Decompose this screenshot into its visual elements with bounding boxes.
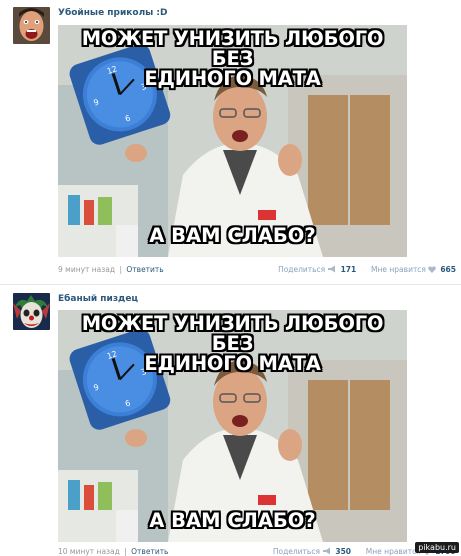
heart-icon xyxy=(428,266,436,273)
meme-top-line-2: ЕДИНОГО МАТА xyxy=(144,67,321,90)
share-button[interactable]: Поделиться xyxy=(278,265,339,274)
post-time[interactable]: 9 минут назад xyxy=(58,265,115,274)
meme-bottom-caption: А ВАМ СЛАБО? xyxy=(149,509,316,532)
megaphone-icon xyxy=(328,265,336,273)
post-time[interactable]: 10 минут назад xyxy=(58,547,120,556)
meme-top-line-2: ЕДИНОГО МАТА xyxy=(144,352,321,375)
share-label: Поделиться xyxy=(278,265,326,274)
reply-link[interactable]: Ответить xyxy=(131,547,168,556)
meme-top-line-1: МОЖЕТ УНИЗИТЬ ЛЮБОГО БЕЗ xyxy=(81,312,384,355)
post-meta: 10 минут назад | Ответить xyxy=(58,547,168,556)
meme-top-line-1: МОЖЕТ УНИЗИТЬ ЛЮБОГО БЕЗ xyxy=(81,27,384,70)
meta-separator: | xyxy=(124,547,127,556)
share-count: 350 xyxy=(335,547,352,556)
post-actions: Поделиться 171 Мне нравится 665 xyxy=(278,265,456,274)
meme-image[interactable]: 12 3 6 9 МОЖЕТ УНИЗИТЬ ЛЮБОГО БЕЗ ЕДИНОГ… xyxy=(58,310,407,542)
like-count: 665 xyxy=(440,265,456,274)
megaphone-icon xyxy=(322,547,330,555)
group-name-link[interactable]: Убойные приколы :D xyxy=(58,8,168,18)
group-avatar[interactable] xyxy=(13,7,50,44)
share-button[interactable]: Поделиться xyxy=(273,547,334,556)
post-divider xyxy=(0,284,461,285)
reply-link[interactable]: Ответить xyxy=(126,265,163,274)
meme-image[interactable]: 12 3 6 9 МОЖЕТ УНИЗИТЬ ЛЮБОГО БЕЗ ЕДИНОГ… xyxy=(58,25,407,257)
share-count: 171 xyxy=(340,265,357,274)
group-avatar[interactable] xyxy=(13,293,50,330)
meme-top-caption: МОЖЕТ УНИЗИТЬ ЛЮБОГО БЕЗ ЕДИНОГО МАТА xyxy=(58,29,407,89)
like-label: Мне нравится xyxy=(371,265,426,274)
meme-top-caption: МОЖЕТ УНИЗИТЬ ЛЮБОГО БЕЗ ЕДИНОГО МАТА xyxy=(58,314,407,374)
like-label: Мне нравится xyxy=(365,547,421,556)
meta-separator: | xyxy=(119,265,122,274)
meme-bottom-caption: А ВАМ СЛАБО? xyxy=(149,224,316,247)
post-meta: 9 минут назад | Ответить xyxy=(58,265,164,274)
group-name-link[interactable]: Ебаный пиздец xyxy=(58,294,138,304)
pikabu-watermark: pikabu.ru xyxy=(415,542,459,553)
like-button[interactable]: Мне нравится xyxy=(371,265,438,274)
share-label: Поделиться xyxy=(272,547,320,556)
